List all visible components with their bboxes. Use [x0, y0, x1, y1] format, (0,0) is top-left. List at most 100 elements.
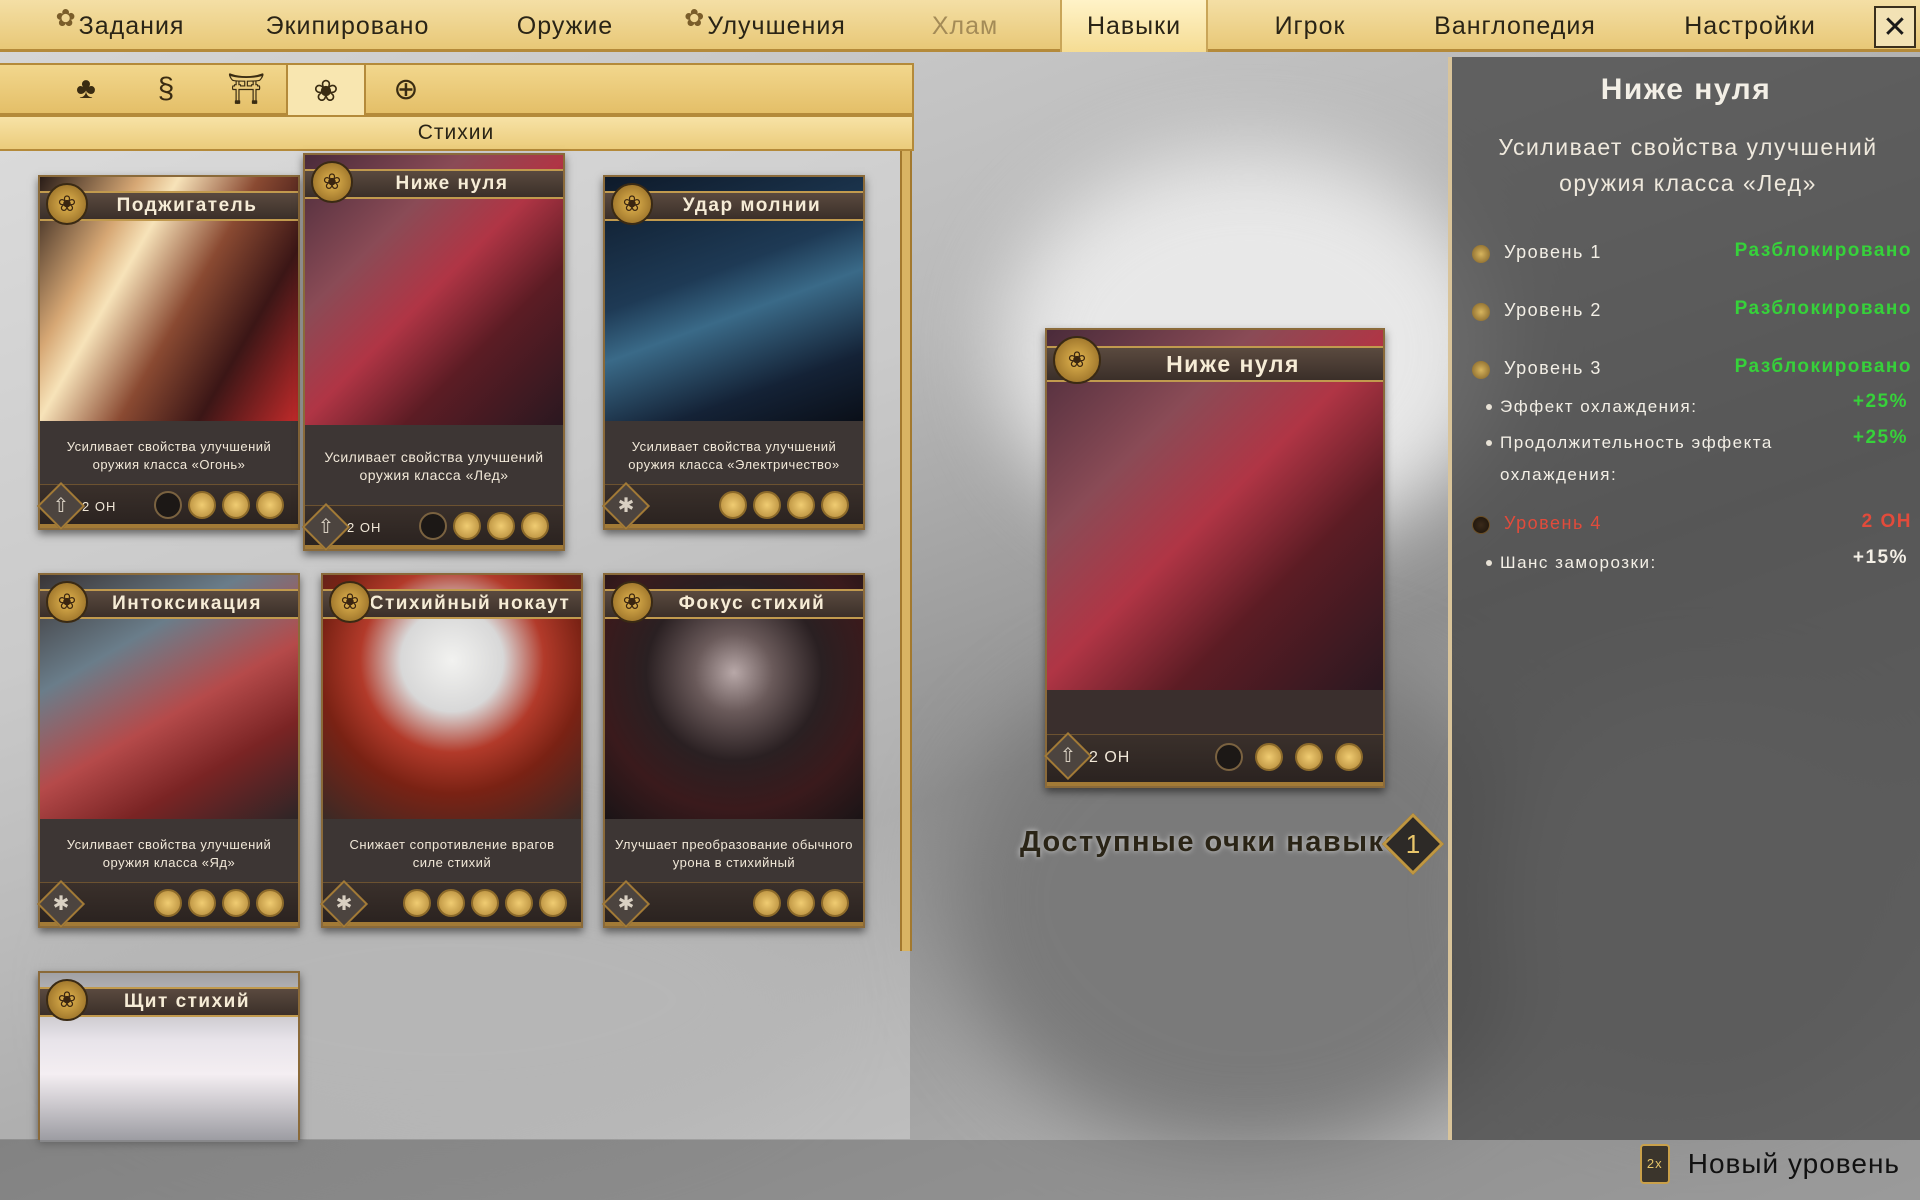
level-dot-filled — [505, 889, 533, 917]
level-dot-filled — [403, 889, 431, 917]
effect-label: Продолжительность эффекта охлаждения: — [1500, 433, 1773, 484]
lotus-icon: ❀ — [313, 74, 339, 108]
category-lotus-button[interactable]: ❀ — [286, 65, 366, 117]
top-navigation: ✿ Задания Экипировано Оружие ✿ Улучшения… — [0, 0, 1920, 52]
skill-points-label: Доступные очки навыков — [1020, 826, 1423, 858]
card-title: Интоксикация — [112, 593, 262, 614]
level-dot-filled — [821, 889, 849, 917]
card-description: Усиливает свойства улучшений оружия клас… — [324, 449, 544, 483]
lotus-emblem-icon: ❀ — [46, 979, 88, 1021]
card-description: Усиливает свойства улучшений оружия клас… — [66, 439, 272, 472]
level-dot-filled — [453, 512, 481, 540]
level-dot-filled — [471, 889, 499, 917]
card-description: Усиливает свойства улучшений оружия клас… — [66, 837, 272, 870]
tab-equipped[interactable]: Экипировано — [255, 0, 440, 52]
effect-value: +25% — [1852, 391, 1908, 412]
effect-label: Эффект охлаждения: — [1500, 397, 1698, 416]
level-row: Уровень 2 Разблокировано — [1472, 296, 1912, 328]
level-dot-filled — [753, 491, 781, 519]
lotus-emblem-icon: ❀ — [311, 161, 353, 203]
level-dots — [719, 491, 849, 519]
level-status: 2 ОН — [1861, 511, 1912, 532]
coin-icon — [1472, 303, 1490, 321]
category-dragon-button[interactable]: § — [126, 65, 206, 113]
effect-row: Продолжительность эффекта охлаждения: +2… — [1486, 427, 1908, 491]
level-dot-filled — [1295, 743, 1323, 771]
level-dot-filled — [1335, 743, 1363, 771]
skill-points-value: 1 — [1405, 829, 1421, 859]
card-title: Удар молнии — [682, 195, 822, 216]
upgrade-arrow-icon: ⇧ — [36, 481, 86, 531]
effect-value: +15% — [1852, 547, 1908, 568]
new-level-notice[interactable]: 2x Новый уровень — [1639, 1144, 1900, 1184]
card-cost: 2 ОН — [1089, 749, 1131, 766]
card-description: Улучшает преобразование обычного урона в… — [615, 837, 853, 870]
coin-icon — [1472, 361, 1490, 379]
card-description: Усиливает свойства улучшений оружия клас… — [628, 439, 840, 472]
tab-quests[interactable]: ✿ Задания — [50, 0, 190, 52]
level-dot-empty — [1215, 743, 1243, 771]
gear-icon: ✿ — [55, 4, 77, 32]
level-dot-empty — [419, 512, 447, 540]
level-dots — [154, 889, 284, 917]
level-status: Разблокировано — [1734, 356, 1912, 377]
selected-skill-card: Ниже нуля ❀ ⇧ 2 ОН — [1043, 328, 1385, 788]
info-title: Ниже нуля — [1600, 73, 1772, 106]
coin-icon — [1472, 516, 1490, 534]
gear-icon: ✿ — [684, 4, 706, 32]
skill-card-below-zero[interactable]: Ниже нуля ❀ Усиливает свойства улучшений… — [301, 153, 565, 552]
star-burst-icon: ✱ — [36, 879, 86, 929]
category-lantern-button[interactable]: ⊕ — [366, 65, 446, 113]
bonsai-icon: ♣ — [76, 72, 96, 105]
close-button[interactable]: ✕ — [1874, 6, 1916, 48]
card-title: Фокус стихий — [678, 593, 826, 614]
level-dot-filled — [256, 889, 284, 917]
tab-junk[interactable]: Хлам — [910, 0, 1020, 52]
coin-icon — [1472, 245, 1490, 263]
tab-weapons[interactable]: Оружие — [505, 0, 625, 52]
level-dot-empty — [154, 491, 182, 519]
tab-settings[interactable]: Настройки — [1665, 0, 1835, 52]
effect-value: +25% — [1852, 427, 1908, 448]
tab-vanglopedia[interactable]: Ванглопедия — [1425, 0, 1605, 52]
category-torii-button[interactable]: ⛩ — [206, 65, 286, 113]
level-label: Уровень 2 — [1504, 300, 1602, 320]
level-label: Уровень 1 — [1504, 242, 1602, 262]
effect-row: Шанс заморозки: +15% — [1486, 547, 1908, 579]
lotus-emblem-icon: ❀ — [46, 183, 88, 225]
torii-icon: ⛩ — [226, 72, 266, 106]
level-dots — [753, 889, 849, 917]
card-title: Щит стихий — [123, 991, 251, 1012]
skill-card-elemental-knockout[interactable]: Стихийный нокаут ❀ Снижает сопротивление… — [319, 573, 583, 929]
tab-upgrades[interactable]: ✿ Улучшения — [680, 0, 850, 52]
skill-card-lightning-strike[interactable]: Удар молнии ❀ Усиливает свойства улучшен… — [601, 175, 865, 531]
skill-card-intoxication[interactable]: Интоксикация ❀ Усиливает свойства улучше… — [36, 573, 300, 929]
card-title: Стихийный нокаут — [369, 593, 571, 614]
new-level-label: Новый уровень — [1687, 1148, 1900, 1179]
tab-player[interactable]: Игрок — [1250, 0, 1370, 52]
level-status: Разблокировано — [1734, 240, 1912, 261]
level-dots — [419, 512, 549, 540]
lotus-emblem-icon: ❀ — [329, 581, 371, 623]
level-dot-filled — [188, 491, 216, 519]
upgrade-arrow-icon: ⇧ — [1043, 731, 1093, 781]
skill-card-arsonist[interactable]: Поджигатель ❀ Усиливает свойства улучшен… — [36, 175, 300, 531]
skill-grid-scrollbar[interactable] — [900, 151, 912, 951]
level-dot-filled — [437, 889, 465, 917]
level-dots — [1215, 743, 1363, 771]
lantern-icon: ⊕ — [393, 72, 419, 106]
category-bonsai-button[interactable]: ♣ — [46, 65, 126, 113]
skill-info-panel: Ниже нуля Усиливает свойства улучшений о… — [1448, 57, 1920, 1140]
tab-skills[interactable]: Навыки — [1060, 0, 1208, 52]
star-burst-icon: ✱ — [319, 879, 369, 929]
card-cost: 2 ОН — [82, 499, 117, 514]
level-dot-filled — [154, 889, 182, 917]
skill-card-elemental-focus[interactable]: Фокус стихий ❀ Улучшает преобразование о… — [601, 573, 865, 929]
level-dot-filled — [222, 889, 250, 917]
card-description: Снижает сопротивление врагов силе стихий — [349, 837, 555, 870]
level-dots — [154, 491, 284, 519]
level-dot-filled — [719, 491, 747, 519]
skill-card-elemental-shield[interactable]: Щит стихий ❀ — [38, 971, 300, 1142]
multiplier-icon: 2x — [1639, 1144, 1670, 1184]
level-dots — [403, 889, 567, 917]
